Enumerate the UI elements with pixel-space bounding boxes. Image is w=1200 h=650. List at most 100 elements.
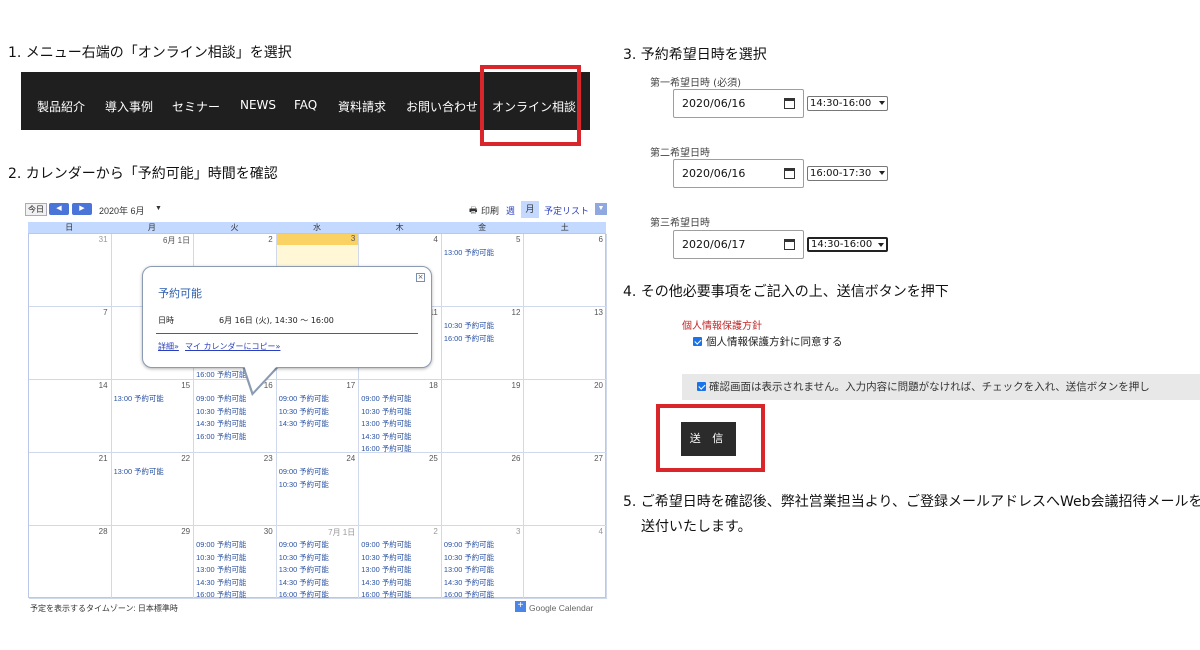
calendar-day-cell[interactable]: 4 (524, 526, 607, 599)
calendar-event[interactable]: 10:30 予約可能 (279, 552, 329, 563)
calendar-event[interactable]: 10:30 予約可能 (279, 406, 329, 417)
calendar-icon[interactable] (784, 98, 795, 109)
calendar-day-cell[interactable]: 18 09:00 予約可能 10:30 予約可能 13:00 予約可能 14:30 予約… (359, 380, 442, 453)
calendar-icon[interactable] (784, 168, 795, 179)
calendar-event[interactable]: 10:30 予約可能 (444, 320, 494, 331)
calendar-day-cell[interactable]: 21 (29, 453, 112, 526)
calendar-day-cell[interactable]: 5 13:00 予約可能 (441, 234, 525, 307)
highlight-online-consultation (480, 65, 581, 146)
calendar-event[interactable]: 10:30 予約可能 (196, 406, 246, 417)
nav-item-products[interactable]: 製品紹介 (37, 98, 85, 115)
calendar-event[interactable]: 14:30 予約可能 (196, 418, 246, 429)
nav-item-contact[interactable]: お問い合わせ (406, 98, 478, 115)
calendar-event[interactable]: 16:00 予約可能 (361, 589, 411, 600)
third-choice-date-input[interactable]: 2020/06/17 (673, 230, 804, 259)
calendar-day-cell[interactable]: 30 09:00 予約可能 10:30 予約可能 13:00 予約可能 14:30 予約… (194, 526, 277, 599)
calendar-event[interactable]: 13:00 予約可能 (361, 564, 411, 575)
calendar-day-cell[interactable]: 20 (524, 380, 607, 453)
calendar-day-cell[interactable]: 7月 1日 09:00 予約可能 10:30 予約可能 13:00 予約可能 14:30… (276, 526, 360, 600)
agenda-dropdown-icon[interactable]: ▼ (595, 203, 607, 215)
calendar-day-cell[interactable]: 12 10:30 予約可能 16:00 予約可能 (441, 307, 525, 380)
calendar-event[interactable]: 14:30 予約可能 (444, 577, 494, 588)
calendar-icon[interactable] (784, 239, 795, 250)
calendar-event[interactable]: 16:00 予約可能 (444, 589, 494, 600)
calendar-day-cell[interactable]: 15 13:00 予約可能 (111, 380, 195, 453)
prev-month-button[interactable]: ◀ (49, 203, 69, 215)
calendar-event[interactable]: 10:30 予約可能 (361, 552, 411, 563)
calendar-event[interactable]: 14:30 予約可能 (361, 431, 411, 442)
calendar-event[interactable]: 10:30 予約可能 (444, 552, 494, 563)
month-dropdown-icon[interactable]: ▼ (155, 205, 162, 212)
calendar-day-cell[interactable]: 6 (524, 234, 607, 307)
agenda-view-tab[interactable]: 予定リスト (544, 204, 589, 217)
calendar-event[interactable]: 14:30 予約可能 (196, 577, 246, 588)
close-icon[interactable]: × (416, 273, 425, 282)
calendar-day-cell[interactable]: 31 (29, 234, 112, 307)
calendar-day-cell[interactable]: 24 09:00 予約可能 10:30 予約可能 (276, 453, 360, 526)
calendar-day-cell[interactable]: 17 09:00 予約可能 10:30 予約可能 14:30 予約可能 (276, 380, 360, 453)
month-view-tab[interactable]: 月 (521, 201, 539, 218)
today-button[interactable]: 今日 (25, 203, 47, 216)
calendar-event[interactable]: 13:00 予約可能 (114, 466, 164, 477)
calendar-event[interactable]: 13:00 予約可能 (361, 418, 411, 429)
popup-copy-link[interactable]: マイ カレンダーにコピー» (185, 341, 280, 352)
calendar-event[interactable]: 14:30 予約可能 (279, 577, 329, 588)
nav-item-news[interactable]: NEWS (240, 98, 276, 112)
calendar-event[interactable]: 13:00 予約可能 (114, 393, 164, 404)
calendar-event[interactable]: 16:00 予約可能 (196, 369, 246, 380)
calendar-day-cell[interactable]: 29 (111, 526, 195, 599)
confirm-checkbox[interactable] (697, 382, 706, 391)
nav-item-seminars[interactable]: セミナー (172, 98, 220, 115)
second-choice-date-input[interactable]: 2020/06/16 (673, 159, 804, 188)
nav-item-case-studies[interactable]: 導入事例 (105, 98, 153, 115)
calendar-day-cell[interactable]: 28 (29, 526, 112, 599)
calendar-day-cell[interactable]: 19 (441, 380, 525, 453)
calendar-day-cell[interactable]: 27 (524, 453, 607, 526)
calendar-event[interactable]: 09:00 予約可能 (279, 466, 329, 477)
calendar-event[interactable]: 09:00 予約可能 (361, 539, 411, 550)
calendar-event[interactable]: 09:00 予約可能 (279, 393, 329, 404)
calendar-event[interactable]: 16:00 予約可能 (196, 431, 246, 442)
calendar-event[interactable]: 16:00 予約可能 (444, 333, 494, 344)
third-choice-time-select[interactable]: 14:30-16:00 (807, 237, 888, 252)
popup-details-link[interactable]: 詳細» (158, 341, 179, 352)
calendar-event[interactable]: 09:00 予約可能 (279, 539, 329, 550)
first-choice-time-select[interactable]: 14:30-16:00 (807, 96, 888, 111)
calendar-event[interactable]: 13:00 予約可能 (196, 564, 246, 575)
second-choice-time-select[interactable]: 16:00-17:30 (807, 166, 888, 181)
calendar-event[interactable]: 13:00 予約可能 (444, 247, 494, 258)
privacy-policy-link[interactable]: 個人情報保護方針 (682, 317, 762, 332)
privacy-agree-checkbox[interactable] (693, 337, 702, 346)
calendar-day-cell[interactable]: 7 (29, 307, 112, 380)
calendar-day-cell[interactable]: 25 (359, 453, 442, 526)
calendar-event[interactable]: 13:00 予約可能 (279, 564, 329, 575)
calendar-day-cell[interactable]: 26 (441, 453, 525, 526)
calendar-event[interactable]: 10:30 予約可能 (361, 406, 411, 417)
calendar-event[interactable]: 14:30 予約可能 (361, 577, 411, 588)
google-calendar-brand[interactable]: Google Calendar (529, 603, 593, 613)
calendar-event[interactable]: 09:00 予約可能 (444, 539, 494, 550)
calendar-event[interactable]: 16:00 予約可能 (279, 589, 329, 600)
calendar-event[interactable]: 09:00 予約可能 (196, 393, 246, 404)
calendar-day-cell[interactable]: 3 09:00 予約可能 10:30 予約可能 13:00 予約可能 14:30 予約可… (441, 526, 525, 600)
week-view-tab[interactable]: 週 (506, 204, 515, 217)
calendar-event[interactable]: 09:00 予約可能 (196, 539, 246, 550)
calendar-day-cell[interactable]: 14 (29, 380, 112, 453)
add-calendar-icon[interactable]: + (515, 601, 526, 612)
first-choice-date-input[interactable]: 2020/06/16 (673, 89, 804, 118)
calendar-event[interactable]: 14:30 予約可能 (279, 418, 329, 429)
calendar-event[interactable]: 10:30 予約可能 (279, 479, 329, 490)
calendar-event[interactable]: 13:00 予約可能 (444, 564, 494, 575)
calendar-event[interactable]: 10:30 予約可能 (196, 552, 246, 563)
nav-item-faq[interactable]: FAQ (294, 98, 317, 112)
calendar-day-cell[interactable]: 13 (524, 307, 607, 380)
calendar-event[interactable]: 16:00 予約可能 (196, 589, 246, 600)
nav-item-documents[interactable]: 資料請求 (338, 98, 386, 115)
calendar-event[interactable]: 09:00 予約可能 (361, 393, 411, 404)
next-month-button[interactable]: ▶ (72, 203, 92, 215)
print-icon[interactable]: 🖶 (469, 203, 478, 219)
print-link[interactable]: 印刷 (481, 204, 499, 217)
calendar-day-cell[interactable]: 22 13:00 予約可能 (111, 453, 195, 526)
calendar-day-cell[interactable]: 23 (194, 453, 277, 526)
calendar-day-cell[interactable]: 2 09:00 予約可能 10:30 予約可能 13:00 予約可能 14:30 予約可… (359, 526, 442, 599)
